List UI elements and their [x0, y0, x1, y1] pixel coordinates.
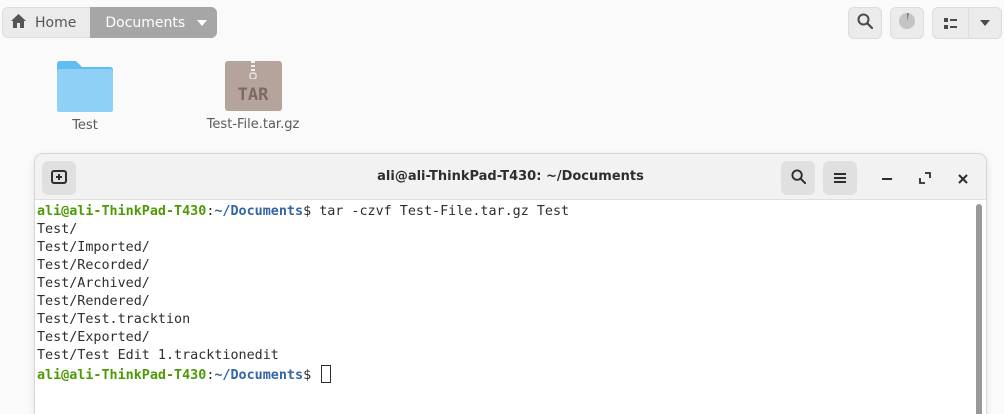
output-line: Test/Test.tracktion — [37, 312, 191, 327]
progress-pie-icon — [898, 12, 916, 34]
file-name: Test — [72, 118, 98, 133]
terminal-scrollbar[interactable] — [976, 204, 982, 414]
prompt-path: ~/Documents — [214, 204, 304, 219]
operations-button[interactable] — [890, 7, 924, 39]
terminal-menu-button[interactable] — [823, 161, 857, 195]
file-item-archive[interactable]: TAR Test-File.tar.gz — [203, 61, 303, 132]
prompt-user: ali@ali-ThinkPad-T430 — [37, 368, 207, 383]
output-line: Test/Test Edit 1.tracktionedit — [37, 348, 279, 363]
terminal-window: ali@ali-ThinkPad-T430: ~/Documents ali@a… — [35, 154, 986, 414]
breadcrumb-home-label: Home — [35, 14, 77, 31]
breadcrumb-documents[interactable]: Documents — [90, 7, 218, 38]
home-icon — [11, 13, 26, 32]
chevron-down-icon[interactable] — [187, 7, 217, 38]
maximize-button[interactable] — [913, 166, 937, 190]
output-line: Test/Exported/ — [37, 330, 150, 345]
text-cursor — [321, 365, 332, 383]
breadcrumb-current-label: Documents — [105, 14, 186, 31]
command-line: ali@ali-ThinkPad-T430:~/Documents$ tar -… — [37, 203, 972, 221]
path-bar: Home Documents — [2, 7, 218, 38]
file-name: Test-File.tar.gz — [206, 117, 300, 132]
terminal-search-button[interactable] — [781, 161, 815, 195]
view-toggle-group — [932, 7, 1002, 39]
prompt-path: ~/Documents — [214, 368, 304, 383]
archive-icon: TAR — [224, 61, 282, 111]
output-line: Test/Recorded/ — [37, 258, 150, 273]
close-icon — [958, 169, 968, 188]
terminal-titlebar[interactable]: ali@ali-ThinkPad-T430: ~/Documents — [35, 154, 986, 200]
terminal-console[interactable]: ali@ali-ThinkPad-T430:~/Documents$ tar -… — [37, 203, 972, 385]
minimize-button[interactable] — [875, 166, 899, 190]
hamburger-menu-icon — [833, 169, 847, 188]
maximize-icon — [919, 169, 931, 188]
prompt-user: ali@ali-ThinkPad-T430 — [37, 204, 207, 219]
output-line: Test/Rendered/ — [37, 294, 150, 309]
output-line: Test/ — [37, 222, 78, 237]
close-button[interactable] — [951, 166, 975, 190]
output-line: Test/Imported/ — [37, 240, 150, 255]
list-view-icon[interactable] — [933, 8, 969, 38]
search-icon — [857, 13, 874, 33]
chevron-down-icon[interactable] — [969, 8, 1001, 38]
folder-icon — [56, 60, 114, 113]
search-icon — [790, 168, 806, 188]
prompt-symbol: $ — [303, 204, 312, 219]
output-line: Test/Archived/ — [37, 276, 150, 291]
search-button[interactable] — [848, 7, 882, 39]
minimize-icon — [882, 169, 892, 188]
folder-item-test[interactable]: Test — [46, 60, 124, 133]
command-text: tar -czvf Test-File.tar.gz Test — [319, 204, 570, 219]
prompt-symbol: $ — [303, 368, 312, 383]
breadcrumb-home[interactable]: Home — [2, 7, 91, 38]
active-prompt-line: ali@ali-ThinkPad-T430:~/Documents$ — [37, 365, 972, 385]
archive-badge: TAR — [237, 85, 269, 105]
